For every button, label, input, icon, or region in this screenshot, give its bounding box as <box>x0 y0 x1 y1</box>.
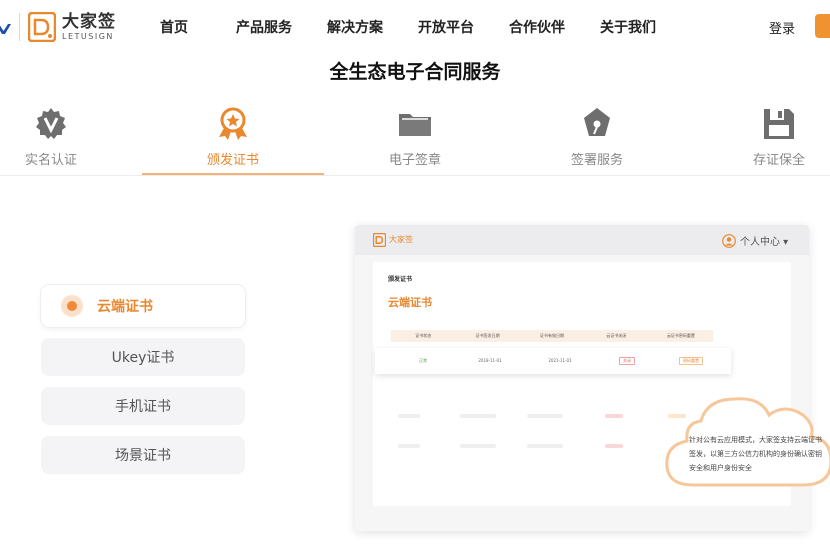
nav-item-home[interactable]: 首页 <box>160 17 188 37</box>
cert-item-mobile[interactable]: 手机证书 <box>41 387 245 425</box>
cert-item-label: 云端证书 <box>97 299 153 315</box>
tab-e-seal[interactable]: 电子签章 <box>324 104 506 176</box>
tabs-divider <box>0 175 830 176</box>
cert-item-label: 场景证书 <box>115 448 171 464</box>
nav-item-partners[interactable]: 合作伙伴 <box>509 17 565 37</box>
mock-top-bar: 大家签 个人中心 ▾ <box>355 225 809 255</box>
mock-column-header: 证书状态 <box>415 333 432 338</box>
placeholder-bar <box>605 414 623 418</box>
mock-logo-cn: 大家签 <box>389 235 413 244</box>
logo-text-en: LETUSIGN <box>62 31 114 41</box>
nav-item-products[interactable]: 产品服务 <box>236 17 292 37</box>
mock-column-header: 证书签发日期 <box>475 333 500 338</box>
mock-cell-issue-date: 2018-11-01 <box>478 358 502 363</box>
cert-item-label: Ukey证书 <box>111 350 175 366</box>
mock-cell-status: 正常 <box>419 358 427 363</box>
save-disk-icon <box>764 109 794 139</box>
mock-table-row: 正常 2018-11-01 2021-11-01 关闭 密码重置 <box>375 348 731 374</box>
folder-icon <box>399 114 431 136</box>
tab-signing-service[interactable]: 签署服务 <box>506 104 688 176</box>
shield-v-icon <box>36 108 66 139</box>
tab-label: 签署服务 <box>570 153 623 168</box>
tab-label: 颁发证书 <box>206 153 259 168</box>
logo-text-cn: 大家签 <box>62 11 116 32</box>
placeholder-bar <box>460 444 496 448</box>
top-header: 大家签 LETUSIGN 首页 产品服务 解决方案 开放平台 合作伙伴 关于我们… <box>0 0 830 54</box>
tab-issue-certificate[interactable]: 颁发证书 <box>142 104 324 176</box>
cert-item-scenario[interactable]: 场景证书 <box>41 436 245 474</box>
mock-user-label: 个人中心 ▾ <box>740 237 789 248</box>
placeholder-bar <box>527 414 563 418</box>
tab-evidence-preservation[interactable]: 存证保全 <box>688 104 830 176</box>
tab-label: 存证保全 <box>752 153 805 168</box>
placeholder-bar <box>460 414 496 418</box>
service-tabs: 实名认证 颁发证书 电子签章 签署服务 存证保全 <box>0 104 830 176</box>
placeholder-bar <box>398 414 420 418</box>
placeholder-bar <box>527 444 563 448</box>
letusign-logo-icon <box>28 12 56 42</box>
cert-item-cloud[interactable]: 云端证书 <box>41 285 245 327</box>
pen-nib-icon <box>584 108 610 136</box>
mock-user-center: 个人中心 ▾ <box>722 233 788 248</box>
page-title: 全生态电子合同服务 <box>329 61 501 83</box>
placeholder-bar <box>398 444 420 448</box>
partner-logo-icon <box>0 24 11 34</box>
mock-heading: 云端证书 <box>388 296 432 309</box>
login-link[interactable]: 登录 <box>769 18 795 37</box>
mock-logo: 大家签 <box>373 233 413 247</box>
tab-label: 实名认证 <box>24 153 77 168</box>
nav-item-about[interactable]: 关于我们 <box>600 17 656 37</box>
active-dot-icon <box>61 295 83 317</box>
award-icon <box>219 107 247 140</box>
tab-real-name-auth[interactable]: 实名认证 <box>0 104 142 176</box>
certificate-type-list: 云端证书 Ukey证书 手机证书 场景证书 <box>41 285 247 485</box>
cert-item-ukey[interactable]: Ukey证书 <box>41 338 245 376</box>
placeholder-bar <box>605 444 623 448</box>
nav-item-solutions[interactable]: 解决方案 <box>327 17 383 37</box>
header-divider <box>19 13 20 41</box>
user-avatar-icon <box>722 233 736 248</box>
mock-column-header: 云证书密码重置 <box>666 333 695 338</box>
cert-item-label: 手机证书 <box>115 399 171 415</box>
mock-table-header: 证书状态 证书签发日期 证书有效日期 云证书关闭 云证书密码重置 <box>391 330 713 342</box>
cloud-callout-text: 针对公有云应用模式，大家签支持云端证书签发，以第三方公信力机构的身份确认密钥安全… <box>689 436 822 472</box>
mock-close-tag: 关闭 <box>619 357 635 365</box>
mock-reset-tag: 密码重置 <box>679 357 703 365</box>
register-button[interactable] <box>815 14 830 38</box>
mock-column-header: 证书有效日期 <box>540 333 565 338</box>
brand-logo[interactable]: 大家签 LETUSIGN <box>28 12 116 42</box>
mock-cell-close: 关闭 <box>595 348 659 374</box>
mock-column-header: 云证书关闭 <box>606 333 627 338</box>
mock-cell-valid-date: 2021-11-01 <box>548 358 572 363</box>
nav-item-open-platform[interactable]: 开放平台 <box>418 17 474 37</box>
mock-breadcrumb: 颁发证书 <box>388 276 413 283</box>
tab-label: 电子签章 <box>388 153 441 168</box>
mock-cell-reset: 密码重置 <box>659 348 723 374</box>
letusign-logo-icon <box>373 233 386 247</box>
